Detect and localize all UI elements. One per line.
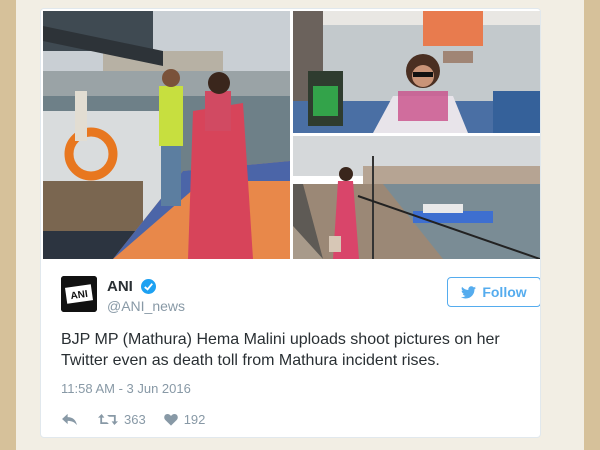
ani-logo: ANI bbox=[61, 276, 97, 312]
reply-button[interactable] bbox=[61, 413, 78, 426]
tweet-header: ANI ANI @ANI_news Follow bbox=[61, 274, 540, 314]
display-name[interactable]: ANI bbox=[107, 278, 133, 295]
like-count: 192 bbox=[183, 411, 206, 427]
user-handle[interactable]: @ANI_news bbox=[107, 298, 185, 314]
photo-boat-ride-image bbox=[293, 11, 540, 133]
follow-button-label: Follow bbox=[482, 284, 527, 300]
ani-avatar[interactable]: ANI bbox=[61, 276, 97, 312]
frame-right bbox=[584, 0, 600, 450]
photo-boat-dock-image bbox=[43, 11, 290, 259]
retweet-count: 363 bbox=[124, 411, 146, 427]
tweet-photo-boat-ride[interactable] bbox=[293, 11, 540, 133]
tweet-photo-boat-dock[interactable] bbox=[43, 11, 290, 259]
retweet-icon bbox=[98, 413, 118, 425]
tweet-media-grid bbox=[41, 9, 540, 261]
photo-jetty-image bbox=[293, 136, 540, 259]
frame-left bbox=[0, 0, 16, 450]
twitter-bird-icon bbox=[461, 285, 477, 298]
tweet-timestamp[interactable]: 11:58 AM - 3 Jun 2016 bbox=[61, 381, 191, 396]
tweet-card: ANI ANI @ANI_news Follow BJP MP (Mathura… bbox=[40, 8, 541, 438]
reply-icon bbox=[62, 413, 77, 425]
like-button[interactable]: 192 bbox=[163, 411, 206, 427]
retweet-button[interactable]: 363 bbox=[98, 412, 146, 427]
follow-button[interactable]: Follow bbox=[447, 277, 540, 307]
heart-icon bbox=[163, 413, 178, 426]
tweet-text: BJP MP (Mathura) Hema Malini uploads sho… bbox=[61, 331, 500, 369]
verified-badge-icon bbox=[141, 279, 156, 294]
tweet-photo-jetty[interactable] bbox=[293, 136, 540, 259]
tweet-actions: 363 192 bbox=[61, 409, 361, 429]
